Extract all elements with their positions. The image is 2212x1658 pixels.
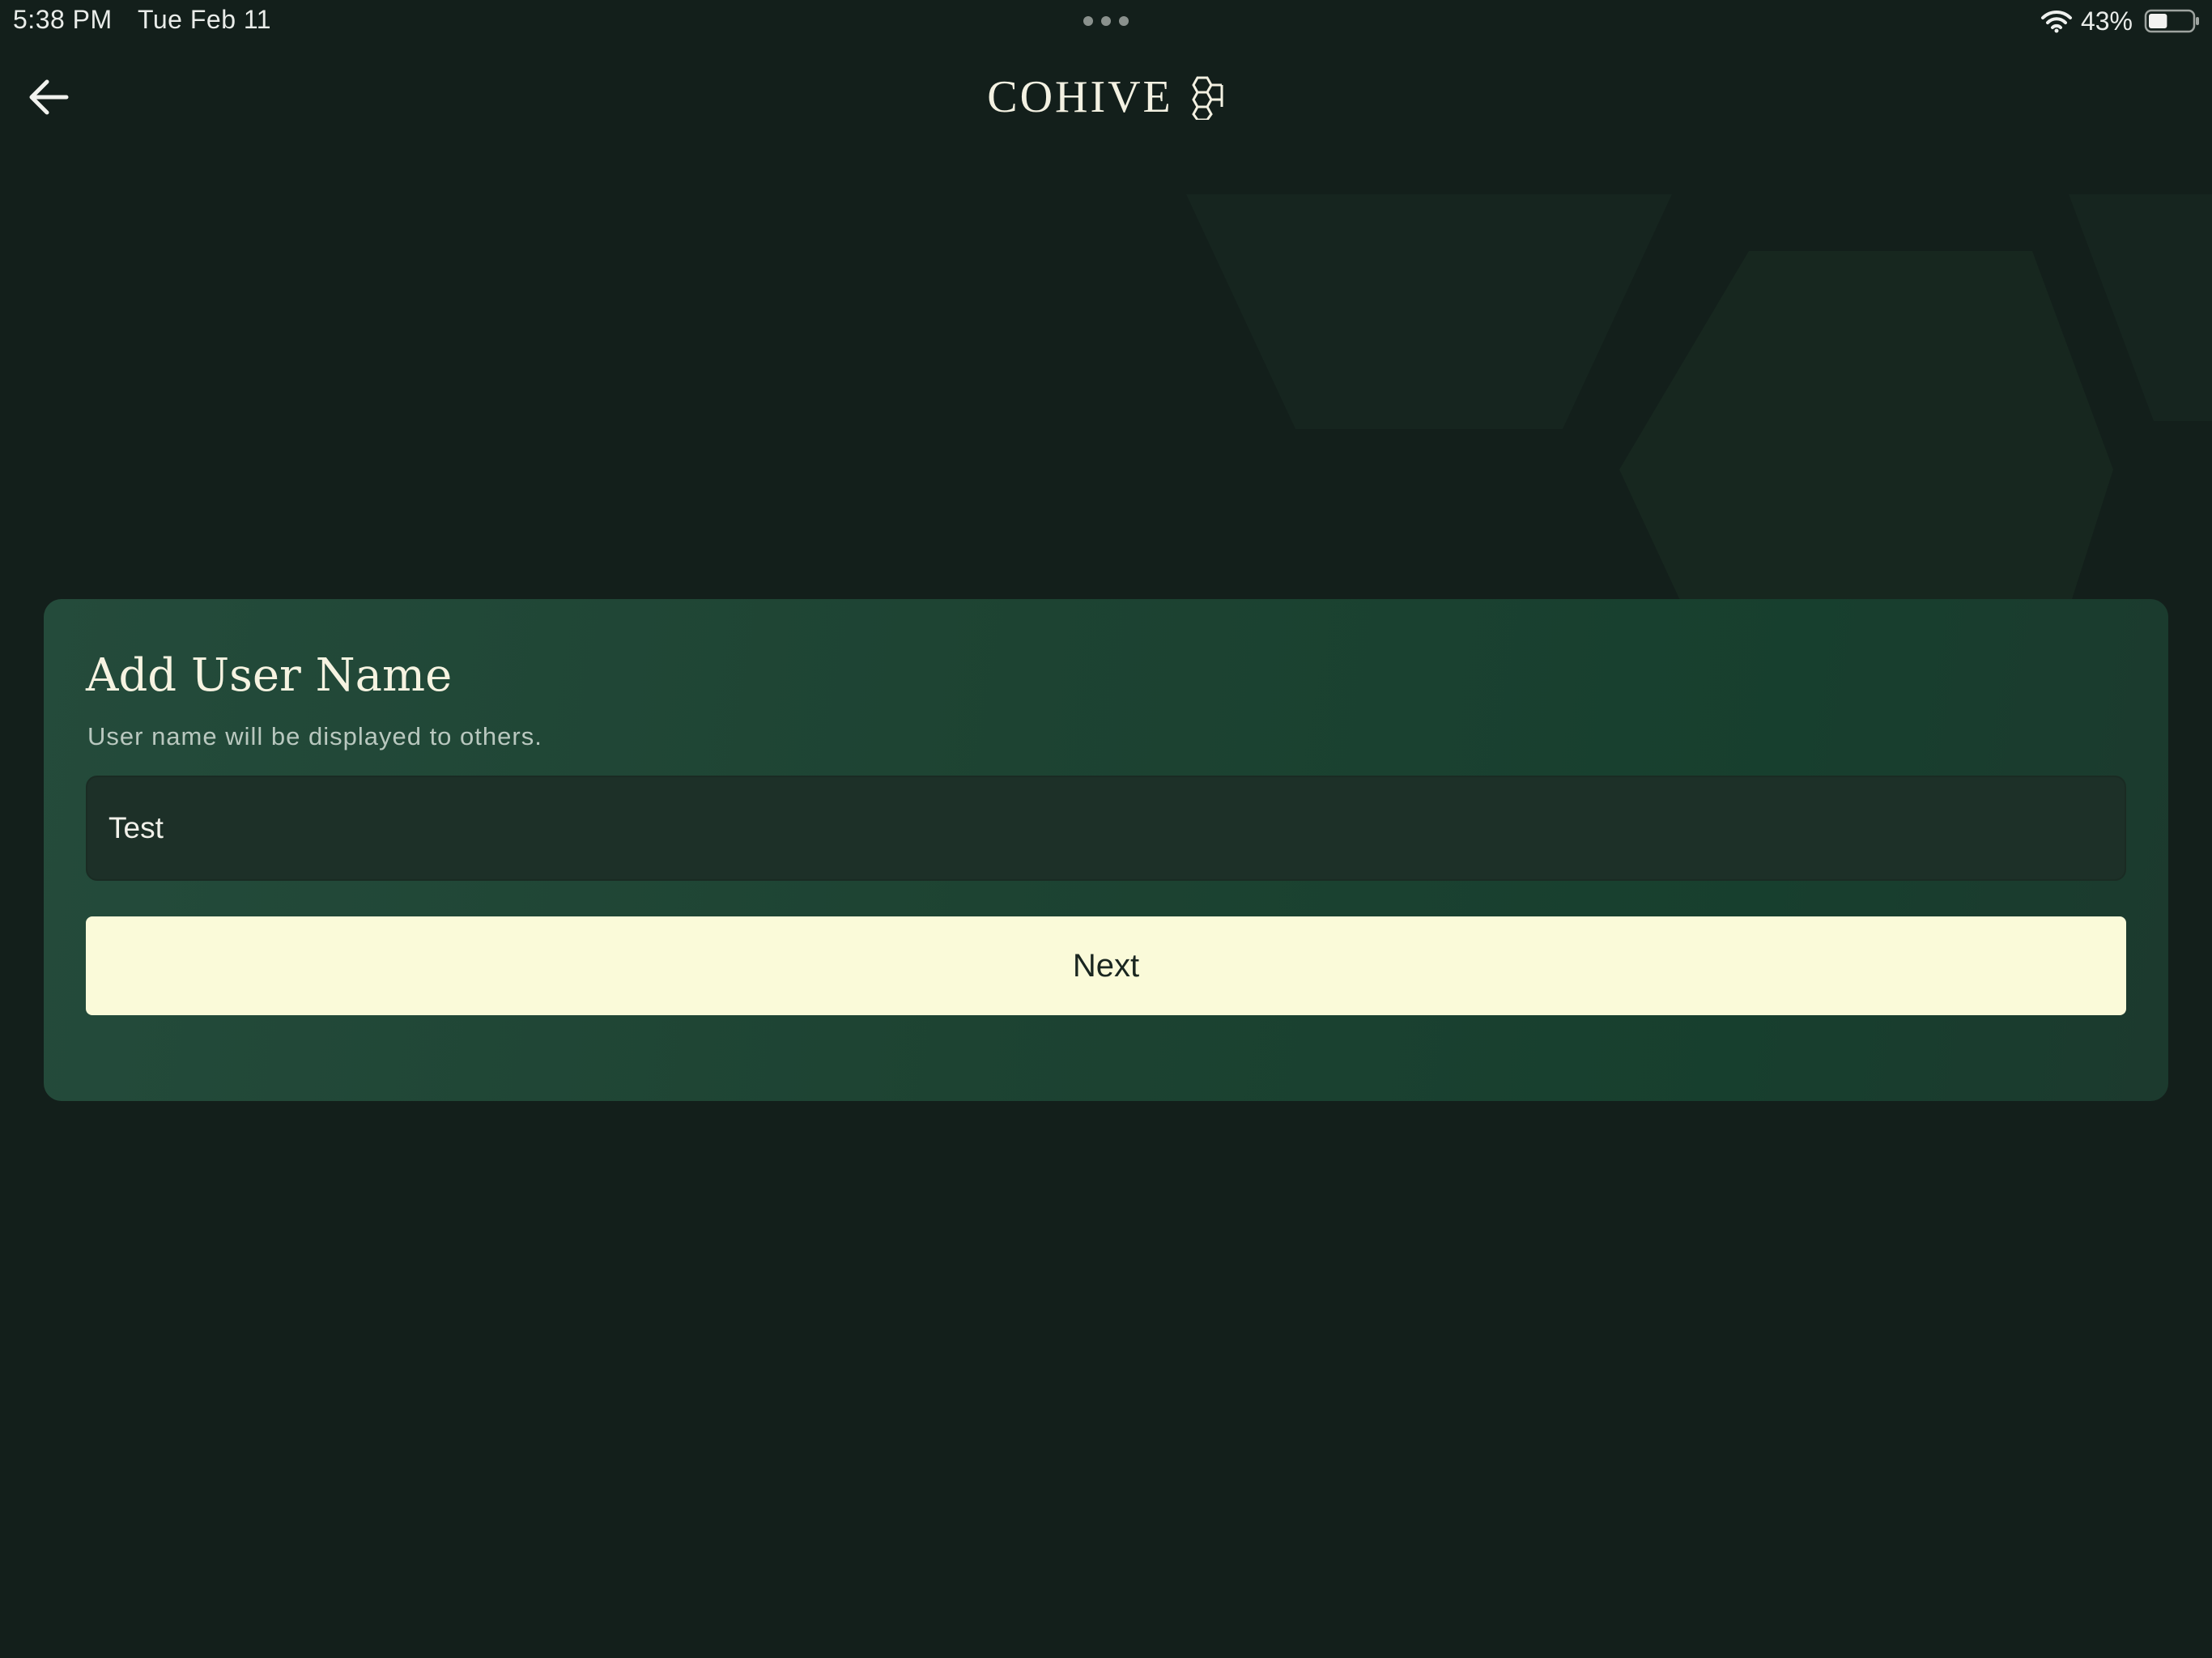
status-time: 5:38 PM	[13, 5, 113, 34]
app-screen: 5:38 PM Tue Feb 11 43% COHIVE Add User N…	[0, 0, 2212, 1658]
brand-lockup: COHIVE	[987, 71, 1225, 123]
card-title: Add User Name	[86, 649, 453, 702]
cohive-logo-icon	[1191, 76, 1223, 120]
status-right-group: 43%	[2040, 5, 2201, 37]
brand-header: COHIVE	[0, 65, 2212, 130]
card-subtitle: User name will be displayed to others.	[87, 722, 542, 750]
battery-icon	[2144, 9, 2199, 33]
brand-name: COHIVE	[987, 72, 1173, 122]
battery-percent: 43%	[2080, 6, 2133, 36]
next-button[interactable]: Next	[86, 916, 2126, 1015]
multitask-dots-icon[interactable]	[1082, 15, 1130, 27]
wifi-icon	[2040, 10, 2072, 33]
username-input[interactable]	[86, 776, 2126, 881]
status-date: Tue Feb 11	[138, 5, 272, 34]
username-card: Add User Name User name will be displaye…	[44, 599, 2168, 1101]
status-bar: 5:38 PM Tue Feb 11 43%	[0, 0, 2212, 42]
